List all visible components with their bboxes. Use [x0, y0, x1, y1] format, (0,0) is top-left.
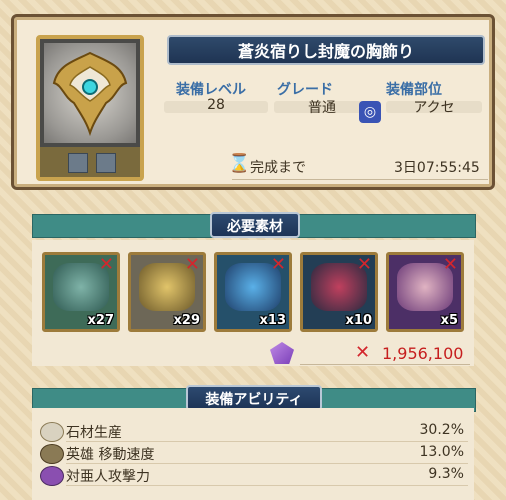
grade-label: グレード — [277, 82, 333, 98]
divider — [232, 179, 488, 180]
slot-label: 装備部位 — [386, 82, 442, 98]
material-count: x10 — [345, 313, 372, 328]
material-card[interactable]: ✕ x27 — [42, 252, 120, 332]
material-count: x5 — [440, 313, 458, 328]
ability-value: 9.3% — [428, 466, 464, 482]
red-x-icon: ✕ — [270, 254, 286, 275]
hourglass-icon: ⌛ — [228, 153, 251, 174]
equipment-level-label: 装備レベル — [176, 82, 246, 98]
complete-time: 3日07:55:45 — [394, 160, 480, 176]
gem-slot — [96, 153, 116, 173]
gem-slot — [68, 153, 88, 173]
equipment-panel: 蒼炎宿りし封魔の胸飾り 装備レベル 28 グレード 普通 装備部位 ◎ アクセ … — [11, 14, 495, 190]
material-count: x29 — [173, 313, 200, 328]
ability-label: 対亜人攻撃力 — [66, 469, 150, 485]
equipment-art — [44, 43, 136, 143]
necklace-icon: ◎ — [359, 101, 381, 123]
ability-label: 英雄 移動速度 — [66, 447, 155, 463]
ability-row: 石材生産 30.2% — [32, 420, 474, 442]
gem-slot-bar — [40, 147, 140, 177]
stone-resource-icon — [40, 422, 64, 442]
material-card[interactable]: ✕ x10 — [300, 252, 378, 332]
divider — [300, 364, 470, 365]
material-count: x13 — [259, 313, 286, 328]
demihuman-attack-icon — [40, 466, 64, 486]
grade-value: 普通 — [308, 100, 336, 116]
abilities-area: 石材生産 30.2% 英雄 移動速度 13.0% 対亜人攻撃力 9.3% — [32, 408, 474, 500]
red-x-icon: ✕ — [98, 254, 114, 275]
material-count: x27 — [87, 313, 114, 328]
equipment-item-frame[interactable] — [36, 35, 144, 181]
red-x-icon: ✕ — [442, 254, 458, 275]
ability-row: 英雄 移動速度 13.0% — [32, 442, 474, 464]
material-card[interactable]: ✕ x5 — [386, 252, 464, 332]
game-screen: 蒼炎宿りし封魔の胸飾り 装備レベル 28 グレード 普通 装備部位 ◎ アクセ … — [0, 0, 506, 500]
equipment-title: 蒼炎宿りし封魔の胸飾り — [167, 35, 485, 65]
complete-label: 完成まで — [250, 160, 306, 176]
equipment-level-value: 28 — [207, 97, 225, 113]
hero-icon — [40, 444, 64, 464]
cost-value: 1,956,100 — [382, 344, 464, 363]
ability-label: 石材生産 — [66, 425, 122, 441]
chest-ornament-icon — [52, 51, 128, 137]
ability-value: 30.2% — [419, 422, 464, 438]
red-x-icon: ✕ — [355, 342, 371, 363]
divider — [66, 485, 468, 486]
material-card[interactable]: ✕ x29 — [128, 252, 206, 332]
ability-row: 対亜人攻撃力 9.3% — [32, 464, 474, 486]
material-card[interactable]: ✕ x13 — [214, 252, 292, 332]
red-x-icon: ✕ — [184, 254, 200, 275]
ability-value: 13.0% — [419, 444, 464, 460]
materials-header: 必要素材 — [210, 212, 300, 238]
slot-value: アクセ — [413, 100, 455, 116]
red-x-icon: ✕ — [356, 254, 372, 275]
